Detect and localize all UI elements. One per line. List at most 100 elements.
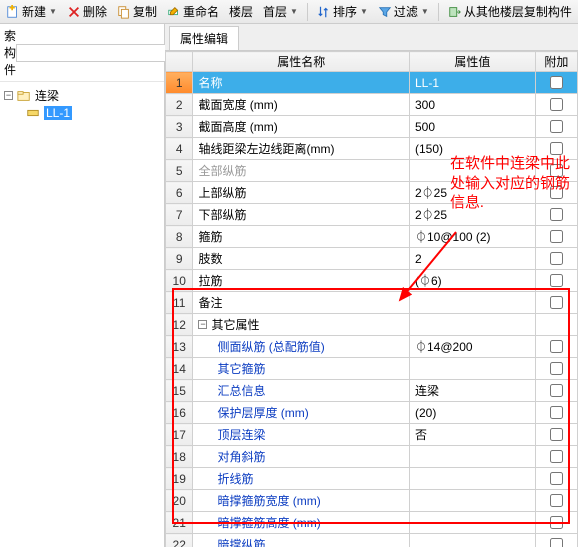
property-value-cell[interactable]: 2⏀25 xyxy=(410,204,536,226)
filter-button[interactable]: 过滤▼ xyxy=(374,1,433,22)
table-row[interactable]: 9肢数2 xyxy=(166,248,578,270)
extra-checkbox[interactable] xyxy=(550,428,563,441)
collapse-icon[interactable]: − xyxy=(4,91,13,100)
property-name-cell[interactable]: 上部纵筋 xyxy=(193,182,410,204)
property-name-cell[interactable]: 轴线距梁左边线距离(mm) xyxy=(193,138,410,160)
extra-checkbox[interactable] xyxy=(550,296,563,309)
table-row[interactable]: 16保护层厚度 (mm)(20) xyxy=(166,402,578,424)
table-row[interactable]: 3截面高度 (mm)500 xyxy=(166,116,578,138)
extra-checkbox[interactable] xyxy=(550,406,563,419)
extra-checkbox[interactable] xyxy=(550,472,563,485)
property-value-cell[interactable]: ⏀10@100 (2) xyxy=(410,226,536,248)
table-row[interactable]: 19折线筋 xyxy=(166,468,578,490)
table-row[interactable]: 5全部纵筋 xyxy=(166,160,578,182)
property-value-cell[interactable]: 2 xyxy=(410,248,536,270)
property-value-cell[interactable] xyxy=(410,490,536,512)
table-row[interactable]: 18对角斜筋 xyxy=(166,446,578,468)
delete-button[interactable]: 删除 xyxy=(63,1,111,22)
property-name-cell[interactable]: 侧面纵筋 (总配筋值) xyxy=(193,336,410,358)
property-name-cell[interactable]: 截面高度 (mm) xyxy=(193,116,410,138)
property-name-cell[interactable]: 全部纵筋 xyxy=(193,160,410,182)
property-value-cell[interactable] xyxy=(410,512,536,534)
property-name-cell[interactable]: 暗撑箍筋宽度 (mm) xyxy=(193,490,410,512)
property-value-cell[interactable]: LL-1 xyxy=(410,72,536,94)
property-value-cell[interactable]: (⏀6) xyxy=(410,270,536,292)
extra-checkbox[interactable] xyxy=(550,274,563,287)
table-row[interactable]: 11备注 xyxy=(166,292,578,314)
extra-checkbox[interactable] xyxy=(550,516,563,529)
property-value-cell[interactable]: (20) xyxy=(410,402,536,424)
property-value-cell[interactable] xyxy=(410,468,536,490)
collapse-icon[interactable]: − xyxy=(198,320,207,329)
property-name-cell[interactable]: 截面宽度 (mm) xyxy=(193,94,410,116)
property-value-cell[interactable]: ⏀14@200 xyxy=(410,336,536,358)
extra-checkbox[interactable] xyxy=(550,384,563,397)
property-name-cell[interactable]: 其它箍筋 xyxy=(193,358,410,380)
property-value-cell[interactable] xyxy=(410,446,536,468)
table-row[interactable]: 1名称LL-1 xyxy=(166,72,578,94)
table-row[interactable]: 21暗撑箍筋高度 (mm) xyxy=(166,512,578,534)
extra-checkbox[interactable] xyxy=(550,76,563,89)
table-row[interactable]: 2截面宽度 (mm)300 xyxy=(166,94,578,116)
table-row[interactable]: 4轴线距梁左边线距离(mm)(150) xyxy=(166,138,578,160)
extra-checkbox[interactable] xyxy=(550,340,563,353)
table-row[interactable]: 22暗撑纵筋 xyxy=(166,534,578,547)
property-name-cell[interactable]: 肢数 xyxy=(193,248,410,270)
table-row[interactable]: 10拉筋(⏀6) xyxy=(166,270,578,292)
property-name-cell[interactable]: 箍筋 xyxy=(193,226,410,248)
table-row[interactable]: 15汇总信息连梁 xyxy=(166,380,578,402)
extra-checkbox[interactable] xyxy=(550,120,563,133)
extra-checkbox[interactable] xyxy=(550,186,563,199)
property-value-cell[interactable]: 连梁 xyxy=(410,380,536,402)
property-name-cell[interactable]: 对角斜筋 xyxy=(193,446,410,468)
extra-checkbox[interactable] xyxy=(550,362,563,375)
table-row[interactable]: 17顶层连梁否 xyxy=(166,424,578,446)
property-value-cell[interactable] xyxy=(410,534,536,547)
property-name-cell[interactable]: 暗撑箍筋高度 (mm) xyxy=(193,512,410,534)
table-row[interactable]: 14其它箍筋 xyxy=(166,358,578,380)
property-name-cell[interactable]: 备注 xyxy=(193,292,410,314)
property-value-cell[interactable]: 否 xyxy=(410,424,536,446)
property-name-cell[interactable]: 下部纵筋 xyxy=(193,204,410,226)
property-name-cell[interactable]: 名称 xyxy=(193,72,410,94)
property-name-cell[interactable]: 拉筋 xyxy=(193,270,410,292)
floor-button[interactable]: 楼层 xyxy=(225,1,257,22)
property-name-cell[interactable]: 折线筋 xyxy=(193,468,410,490)
extra-checkbox[interactable] xyxy=(550,230,563,243)
table-row[interactable]: 6上部纵筋2⏀25 xyxy=(166,182,578,204)
extra-checkbox[interactable] xyxy=(550,252,563,265)
property-value-cell[interactable] xyxy=(410,292,536,314)
table-row[interactable]: 12−其它属性 xyxy=(166,314,578,336)
tree-root-node[interactable]: − 连梁 xyxy=(2,86,162,105)
property-value-cell[interactable]: (150) xyxy=(410,138,536,160)
extra-checkbox[interactable] xyxy=(550,494,563,507)
search-input[interactable] xyxy=(16,44,179,62)
property-name-cell[interactable]: −其它属性 xyxy=(193,314,410,336)
property-value-cell[interactable]: 300 xyxy=(410,94,536,116)
property-value-cell[interactable] xyxy=(410,358,536,380)
property-name-cell[interactable]: 暗撑纵筋 xyxy=(193,534,410,547)
tree-child-node[interactable]: LL-1 xyxy=(2,105,162,121)
property-value-cell[interactable]: 2⏀25 xyxy=(410,182,536,204)
copy-button[interactable]: 复制 xyxy=(113,1,161,22)
property-value-cell[interactable]: 500 xyxy=(410,116,536,138)
property-name-cell[interactable]: 保护层厚度 (mm) xyxy=(193,402,410,424)
table-row[interactable]: 20暗撑箍筋宽度 (mm) xyxy=(166,490,578,512)
table-row[interactable]: 7下部纵筋2⏀25 xyxy=(166,204,578,226)
table-row[interactable]: 13侧面纵筋 (总配筋值)⏀14@200 xyxy=(166,336,578,358)
property-name-cell[interactable]: 顶层连梁 xyxy=(193,424,410,446)
sort-button[interactable]: 排序▼ xyxy=(313,1,372,22)
extra-checkbox[interactable] xyxy=(550,208,563,221)
tab-property-editor[interactable]: 属性编辑 xyxy=(169,26,239,50)
extra-checkbox[interactable] xyxy=(550,450,563,463)
table-row[interactable]: 8箍筋⏀10@100 (2) xyxy=(166,226,578,248)
copy-from-other-button[interactable]: 从其他楼层复制构件 xyxy=(444,1,576,22)
new-button[interactable]: 新建▼ xyxy=(2,1,61,22)
extra-checkbox[interactable] xyxy=(550,142,563,155)
top-floor-button[interactable]: 首层▼ xyxy=(259,1,302,22)
rename-button[interactable]: 重命名 xyxy=(163,1,223,22)
property-value-cell[interactable] xyxy=(410,314,536,336)
extra-checkbox[interactable] xyxy=(550,164,563,177)
property-name-cell[interactable]: 汇总信息 xyxy=(193,380,410,402)
extra-checkbox[interactable] xyxy=(550,538,563,547)
